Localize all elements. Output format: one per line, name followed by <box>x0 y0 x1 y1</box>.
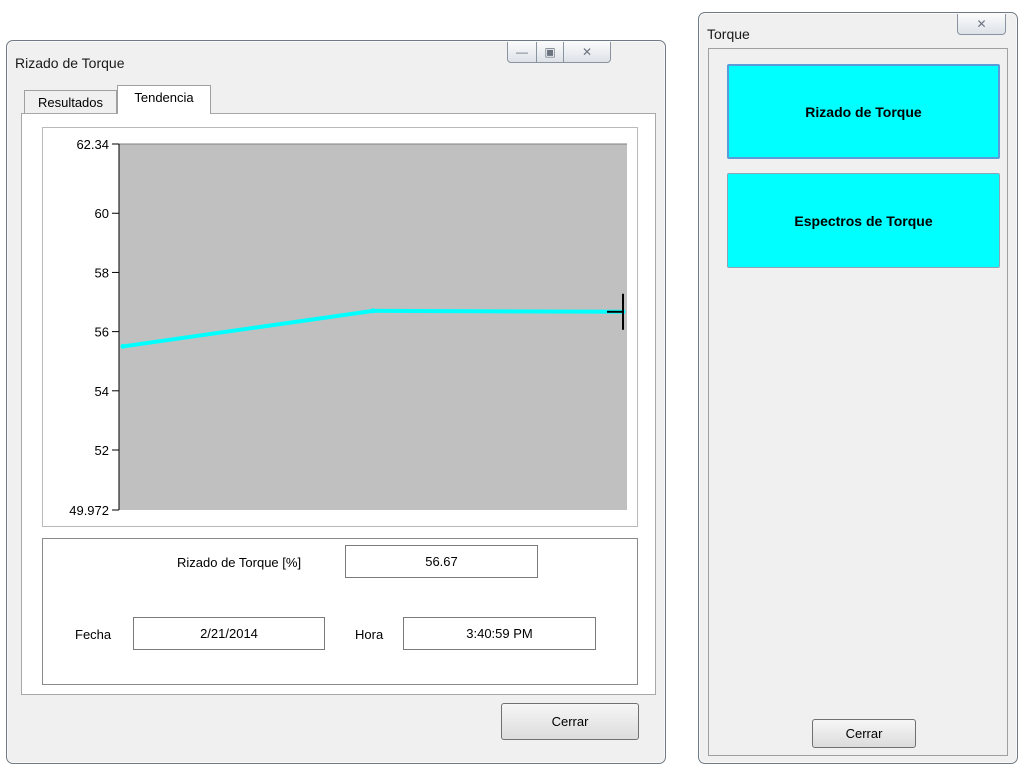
hora-label: Hora <box>355 627 384 642</box>
fecha-label: Fecha <box>75 627 112 642</box>
plot-area <box>119 144 627 510</box>
restore-button[interactable]: ▣ <box>536 42 564 63</box>
rizado-value: 56.67 <box>425 554 458 569</box>
y-tick-label: 54 <box>95 384 109 399</box>
fecha-value-field: 2/21/2014 <box>133 617 325 650</box>
main-close-button-label: Cerrar <box>551 714 589 729</box>
y-tick-label: 62.34 <box>76 137 109 152</box>
y-tick-label: 52 <box>95 443 109 458</box>
torque-panel: Rizado de Torque Espectros de Torque Cer… <box>708 48 1008 756</box>
torque-cerrar-button-label: Cerrar <box>845 726 883 741</box>
minimize-button[interactable]: — <box>507 42 537 63</box>
y-tick-label: 56 <box>95 325 109 340</box>
main-window-title: Rizado de Torque <box>15 55 125 71</box>
tab-tendencia[interactable]: Tendencia <box>117 85 211 114</box>
y-tick-label: 58 <box>95 265 109 280</box>
y-tick-label: 60 <box>95 206 109 221</box>
data-point <box>120 343 126 349</box>
readout-panel: Rizado de Torque [%] 56.67 Fecha 2/21/20… <box>42 538 638 685</box>
torque-window: Torque ✕ Rizado de Torque Espectros de T… <box>698 12 1018 764</box>
close-button[interactable]: ✕ <box>563 42 611 63</box>
restore-icon: ▣ <box>544 45 556 59</box>
espectros-de-torque-button[interactable]: Espectros de Torque <box>727 173 1000 268</box>
tab-resultados-label: Resultados <box>37 94 104 110</box>
close-icon: ✕ <box>976 17 987 31</box>
rizado-value-field: 56.67 <box>345 545 538 578</box>
torque-close-button[interactable]: ✕ <box>957 14 1006 35</box>
hora-value: 3:40:59 PM <box>466 626 533 641</box>
fecha-value: 2/21/2014 <box>200 626 258 641</box>
minimize-icon: — <box>516 45 528 59</box>
tab-tendencia-label: Tendencia <box>134 90 194 105</box>
tab-resultados[interactable]: Resultados <box>24 90 117 113</box>
torque-window-title: Torque <box>707 26 750 42</box>
torque-cerrar-button[interactable]: Cerrar <box>812 719 916 748</box>
data-point <box>370 308 376 314</box>
rizado-de-torque-button[interactable]: Rizado de Torque <box>727 64 1000 159</box>
tab-page: 62.34 60 58 56 54 52 49.972 Rizado de Torque [… <box>21 113 656 695</box>
main-close-button[interactable]: Cerrar <box>501 703 639 740</box>
close-icon: ✕ <box>581 45 593 59</box>
hora-value-field: 3:40:59 PM <box>403 617 596 650</box>
main-window: Rizado de Torque — ▣ ✕ Resultados Tenden… <box>6 40 666 764</box>
chart-panel: 62.34 60 58 56 54 52 49.972 <box>42 127 638 527</box>
y-tick-label: 49.972 <box>69 503 109 518</box>
espectros-de-torque-button-label: Espectros de Torque <box>794 212 933 229</box>
rizado-de-torque-button-label: Rizado de Torque <box>805 103 922 120</box>
rizado-label: Rizado de Torque [%] <box>177 555 302 570</box>
trend-chart: 62.34 60 58 56 54 52 49.972 <box>69 137 627 518</box>
